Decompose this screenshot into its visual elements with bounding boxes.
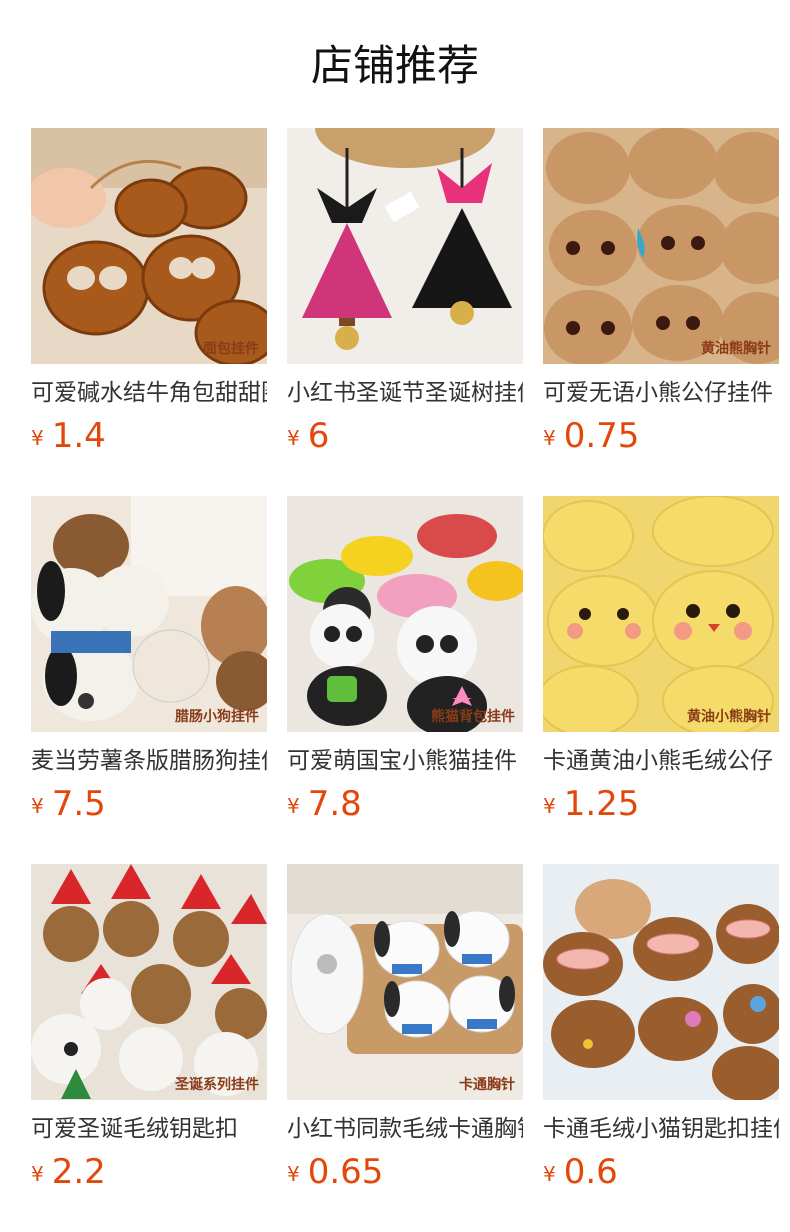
product-price: ¥1.4 — [31, 414, 267, 460]
product-image-panda-keychain[interactable]: 熊猫背包挂件 — [287, 496, 523, 732]
product-image-christmas-tree-keychain[interactable] — [287, 128, 523, 364]
currency-symbol: ¥ — [287, 794, 300, 818]
image-watermark: 黄油熊胸针 — [701, 341, 771, 357]
product-card[interactable]: 卡通毛绒小猫钥匙扣挂件 ¥0.6 — [543, 864, 779, 1196]
price-value: 7.8 — [307, 784, 362, 824]
product-card[interactable]: 黄油小熊胸针 卡通黄油小熊毛绒公仔 ¥1.25 — [543, 496, 779, 828]
product-name[interactable]: 麦当劳薯条版腊肠狗挂件 — [31, 746, 267, 776]
currency-symbol: ¥ — [287, 426, 300, 450]
image-watermark: 熊猫背包挂件 — [431, 709, 515, 725]
image-watermark: 黄油小熊胸针 — [687, 709, 771, 725]
image-watermark: 圣诞系列挂件 — [175, 1077, 259, 1093]
product-name[interactable]: 可爱萌国宝小熊猫挂件 — [287, 746, 523, 776]
product-name[interactable]: 小红书同款毛绒卡通胸针 — [287, 1114, 523, 1144]
currency-symbol: ¥ — [287, 1162, 300, 1186]
price-value: 6 — [307, 416, 330, 456]
product-price: ¥0.6 — [543, 1150, 779, 1196]
image-watermark: 卡通胸针 — [459, 1077, 515, 1093]
product-card[interactable]: 小红书圣诞节圣诞树挂件 ¥6 — [287, 128, 523, 460]
product-card[interactable]: 熊猫背包挂件 可爱萌国宝小熊猫挂件 ¥7.8 — [287, 496, 523, 828]
page-title: 店铺推荐 — [310, 41, 479, 90]
product-name[interactable]: 卡通黄油小熊毛绒公仔 — [543, 746, 779, 776]
product-card[interactable]: 卡通胸针 小红书同款毛绒卡通胸针 ¥0.65 — [287, 864, 523, 1196]
product-image-christmas-plush-keychain[interactable]: 圣诞系列挂件 — [31, 864, 267, 1100]
price-value: 2.2 — [51, 1152, 106, 1192]
currency-symbol: ¥ — [543, 794, 556, 818]
product-name[interactable]: 可爱碱水结牛角包甜甜圈挂件 — [31, 378, 267, 408]
product-card[interactable]: 腊肠小狗挂件 麦当劳薯条版腊肠狗挂件 ¥7.5 — [31, 496, 267, 828]
currency-symbol: ¥ — [543, 1162, 556, 1186]
product-image-dachshund-keychain[interactable]: 腊肠小狗挂件 — [31, 496, 267, 732]
product-image-kitty-keychain[interactable] — [543, 864, 779, 1100]
price-value: 1.25 — [563, 784, 640, 824]
product-price: ¥0.65 — [287, 1150, 523, 1196]
product-image-yellow-bear-plush[interactable]: 黄油小熊胸针 — [543, 496, 779, 732]
image-watermark: 腊肠小狗挂件 — [175, 709, 259, 725]
currency-symbol: ¥ — [31, 426, 44, 450]
product-price: ¥2.2 — [31, 1150, 267, 1196]
currency-symbol: ¥ — [31, 1162, 44, 1186]
product-name[interactable]: 小红书圣诞节圣诞树挂件 — [287, 378, 523, 408]
currency-symbol: ¥ — [543, 426, 556, 450]
product-price: ¥6 — [287, 414, 523, 460]
product-card[interactable]: 面包挂件 可爱碱水结牛角包甜甜圈挂件 ¥1.4 — [31, 128, 267, 460]
price-value: 0.75 — [563, 416, 640, 456]
product-card[interactable]: 圣诞系列挂件 可爱圣诞毛绒钥匙扣 ¥2.2 — [31, 864, 267, 1196]
product-name[interactable]: 可爱无语小熊公仔挂件 — [543, 378, 779, 408]
product-price: ¥7.8 — [287, 782, 523, 828]
product-card[interactable]: 黄油熊胸针 可爱无语小熊公仔挂件 ¥0.75 — [543, 128, 779, 460]
product-price: ¥7.5 — [31, 782, 267, 828]
product-image-dog-brooch[interactable]: 卡通胸针 — [287, 864, 523, 1100]
product-price: ¥0.75 — [543, 414, 779, 460]
price-value: 0.6 — [563, 1152, 618, 1192]
price-value: 0.65 — [307, 1152, 384, 1192]
price-value: 7.5 — [51, 784, 106, 824]
product-price: ¥1.25 — [543, 782, 779, 828]
currency-symbol: ¥ — [31, 794, 44, 818]
price-value: 1.4 — [51, 416, 106, 456]
product-image-bear-keychain[interactable]: 黄油熊胸针 — [543, 128, 779, 364]
product-name[interactable]: 卡通毛绒小猫钥匙扣挂件 — [543, 1114, 779, 1144]
image-watermark: 面包挂件 — [203, 341, 259, 357]
product-image-pretzel-keychain[interactable]: 面包挂件 — [31, 128, 267, 364]
product-name[interactable]: 可爱圣诞毛绒钥匙扣 — [31, 1114, 267, 1144]
